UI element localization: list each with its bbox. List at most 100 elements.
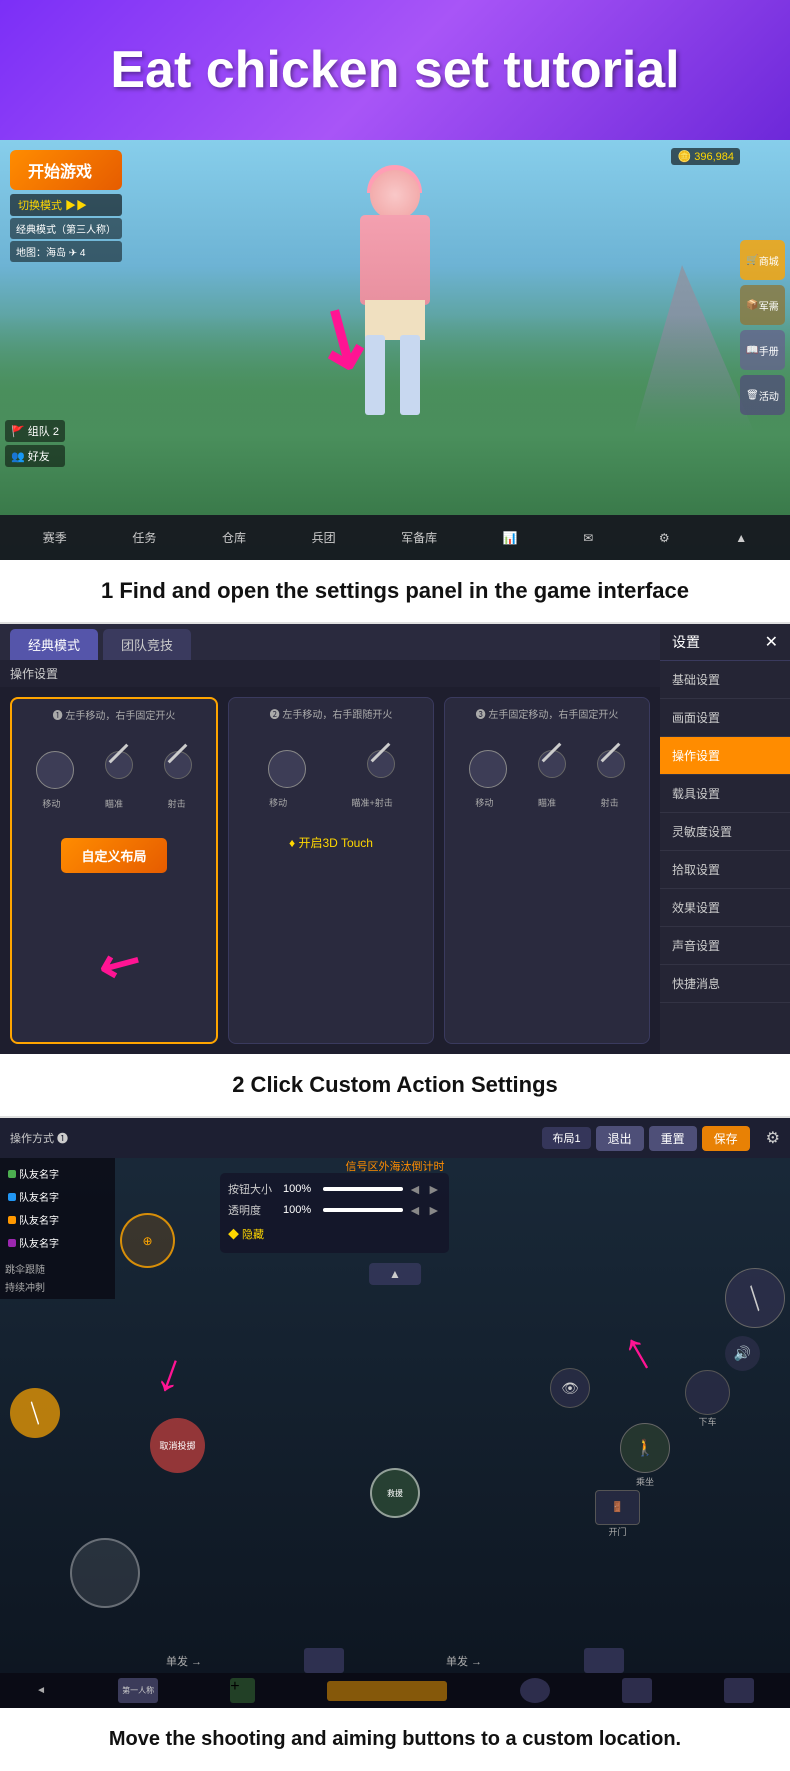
exit-button[interactable]: 退出 bbox=[596, 1126, 644, 1151]
army-icon-btn[interactable]: 📦军需 bbox=[740, 285, 785, 325]
map-info: 地图：海岛 ✈ 4 bbox=[10, 241, 122, 262]
nav-settings-icon[interactable]: ⚙ bbox=[651, 527, 678, 549]
layout3-shoot-rifle bbox=[601, 742, 621, 762]
custom-layout-section: 操作方式 ❶ 布局1 退出 重置 保存 ⚙ 信号区外海汰倒计时 按钮大小 100… bbox=[0, 1118, 790, 1708]
ride-button-area: 🚶 乘坐 bbox=[620, 1423, 670, 1488]
nav-armory[interactable]: 军备库 bbox=[393, 525, 445, 550]
layout-option-2[interactable]: ❷ 左手移动，右手跟随开火 移动 瞄准+射击 bbox=[228, 697, 434, 1044]
player-item-2: 队友名字 bbox=[5, 1186, 110, 1207]
settings-tabs: 经典模式 团队竞技 bbox=[0, 624, 660, 660]
menu-sound[interactable]: 声音设置 bbox=[660, 927, 790, 965]
tab-team[interactable]: 团队竞技 bbox=[103, 629, 191, 660]
opacity-label: 透明度 bbox=[228, 1202, 278, 1218]
first-person-btn[interactable]: 第一人称 bbox=[118, 1678, 158, 1703]
nav-mail-icon[interactable]: ✉ bbox=[575, 527, 601, 549]
settings-gear-icon[interactable]: ⚙ bbox=[766, 1128, 780, 1148]
player-item-1: 队友名字 bbox=[5, 1163, 110, 1184]
open-door-button[interactable]: 🚪 bbox=[595, 1490, 640, 1525]
hide-option[interactable]: ◆ 隐藏 bbox=[228, 1223, 441, 1245]
layout2-label-aim: 瞄准+射击 bbox=[352, 796, 393, 809]
run-icon[interactable] bbox=[724, 1678, 754, 1703]
sound-button[interactable]: 🔊 bbox=[725, 1336, 760, 1371]
char-jacket bbox=[360, 215, 430, 305]
game-bottom-nav: 赛季 任务 仓库 兵团 军备库 📊 ✉ ⚙ ▲ bbox=[0, 515, 790, 560]
rescue-button[interactable]: 救援 bbox=[370, 1468, 420, 1518]
settings-title: 设置 bbox=[672, 632, 700, 652]
menu-pickup[interactable]: 拾取设置 bbox=[660, 851, 790, 889]
bottom-left-nav[interactable]: ◄ bbox=[36, 1685, 46, 1696]
save-button[interactable]: 保存 bbox=[702, 1126, 750, 1151]
decrement-size-icon[interactable]: ◄ bbox=[408, 1181, 422, 1197]
layout-2-title: ❷ 左手移动，右手跟随开火 bbox=[237, 706, 425, 721]
opacity-bar[interactable] bbox=[323, 1208, 403, 1212]
cancel-throw-button[interactable]: 取消投掷 bbox=[150, 1418, 205, 1473]
rescue-label: 救援 bbox=[387, 1488, 403, 1499]
reset-button[interactable]: 重置 bbox=[649, 1126, 697, 1151]
opacity-fill bbox=[323, 1208, 403, 1212]
layout1-label-aim: 瞄准 bbox=[105, 797, 123, 810]
cancel-throw-label: 取消投掷 bbox=[159, 1439, 195, 1452]
close-settings-button[interactable]: ✕ bbox=[765, 632, 778, 652]
layout-3-inner: 移动 瞄准 射击 bbox=[453, 729, 641, 829]
menu-display[interactable]: 画面设置 bbox=[660, 699, 790, 737]
weapon-icon-1[interactable] bbox=[304, 1648, 344, 1673]
fire-mode-2: 单发 → bbox=[446, 1653, 482, 1669]
nav-corps[interactable]: 兵团 bbox=[304, 525, 344, 550]
store-icon-btn[interactable]: 🛒商城 bbox=[740, 240, 785, 280]
item-icon[interactable] bbox=[622, 1678, 652, 1703]
menu-sensitivity[interactable]: 灵敏度设置 bbox=[660, 813, 790, 851]
operation-settings-label: 操作设置 bbox=[0, 660, 660, 687]
activity-icon-btn[interactable]: 🗑活动 bbox=[740, 375, 785, 415]
layout1-button[interactable]: 布局1 bbox=[542, 1127, 590, 1149]
operation-mode-label: 操作方式 ❶ bbox=[10, 1130, 68, 1146]
character-icon[interactable] bbox=[520, 1678, 550, 1703]
size-bar[interactable] bbox=[323, 1187, 403, 1191]
menu-vehicle[interactable]: 载具设置 bbox=[660, 775, 790, 813]
move-joystick[interactable] bbox=[70, 1538, 140, 1608]
menu-operation[interactable]: 操作设置 bbox=[660, 737, 790, 775]
scope-button[interactable]: 👁 bbox=[550, 1368, 590, 1408]
size-value: 100% bbox=[283, 1183, 318, 1195]
switch-mode-btn[interactable]: 切换模式 ▶▶ bbox=[10, 194, 122, 216]
nav-mission[interactable]: 任务 bbox=[124, 525, 164, 550]
step3-description: Move the shooting and aiming buttons to … bbox=[0, 1708, 790, 1771]
shoot-icon: ╱ bbox=[742, 1285, 768, 1311]
decrement-opacity-icon[interactable]: ◄ bbox=[408, 1202, 422, 1218]
weapon-icon-2[interactable] bbox=[584, 1648, 624, 1673]
shoot-button[interactable]: ╱ bbox=[725, 1268, 785, 1328]
player-item-4: 队友名字 bbox=[5, 1232, 110, 1253]
start-game-button[interactable]: 开始游戏 bbox=[10, 150, 122, 190]
nav-up-icon[interactable]: ▲ bbox=[727, 527, 755, 549]
tab-classic[interactable]: 经典模式 bbox=[10, 629, 98, 660]
menu-quick-msg[interactable]: 快捷消息 bbox=[660, 965, 790, 1003]
handbook-icon-btn[interactable]: 📖手册 bbox=[740, 330, 785, 370]
scroll-up-button[interactable]: ▲ bbox=[369, 1263, 421, 1285]
exit-vehicle-button[interactable] bbox=[685, 1370, 730, 1415]
header-section: Eat chicken set tutorial bbox=[0, 0, 790, 140]
settings-right-panel: 设置 ✕ 基础设置 画面设置 操作设置 载具设置 灵敏度设置 拾取设置 效果设置… bbox=[660, 624, 790, 1054]
nav-storage[interactable]: 仓库 bbox=[214, 525, 254, 550]
increment-opacity-icon[interactable]: ► bbox=[427, 1202, 441, 1218]
game-right-icons: 🛒商城 📦军需 📖手册 🗑活动 bbox=[740, 240, 785, 415]
layout-3-title: ❸ 左手固定移动，右手固定开火 bbox=[453, 706, 641, 721]
increment-size-icon[interactable]: ► bbox=[427, 1181, 441, 1197]
aim-button[interactable]: ╱ bbox=[10, 1388, 60, 1438]
exit-vehicle-label: 下车 bbox=[698, 1415, 716, 1428]
medkit-icon[interactable]: + bbox=[230, 1678, 255, 1703]
ride-button[interactable]: 🚶 bbox=[620, 1423, 670, 1473]
layout2-label-move: 移动 bbox=[269, 796, 287, 809]
progress-bar bbox=[327, 1681, 447, 1701]
menu-effects[interactable]: 效果设置 bbox=[660, 889, 790, 927]
nav-season[interactable]: 赛季 bbox=[35, 525, 75, 550]
menu-basic[interactable]: 基础设置 bbox=[660, 661, 790, 699]
custom-layout-button[interactable]: 自定义布局 bbox=[61, 838, 166, 873]
size-control-row: 按钮大小 100% ◄ ► bbox=[228, 1181, 441, 1197]
layout-options-container: ❶ 左手移动，右手固定开火 移动 bbox=[0, 687, 660, 1054]
right-action-buttons: ╱ 🔊 bbox=[725, 1268, 785, 1371]
door-icon: 🚪 bbox=[611, 1502, 623, 1513]
step3-text: Move the shooting and aiming buttons to … bbox=[30, 1728, 760, 1751]
layout-option-3[interactable]: ❸ 左手固定移动，右手固定开火 移动 bbox=[444, 697, 650, 1044]
step2-description: 2 Click Custom Action Settings bbox=[0, 1054, 790, 1116]
sprint-label: 持续冲刺 bbox=[5, 1279, 110, 1294]
touch3d-option[interactable]: ♦ 开启3D Touch bbox=[237, 829, 425, 856]
